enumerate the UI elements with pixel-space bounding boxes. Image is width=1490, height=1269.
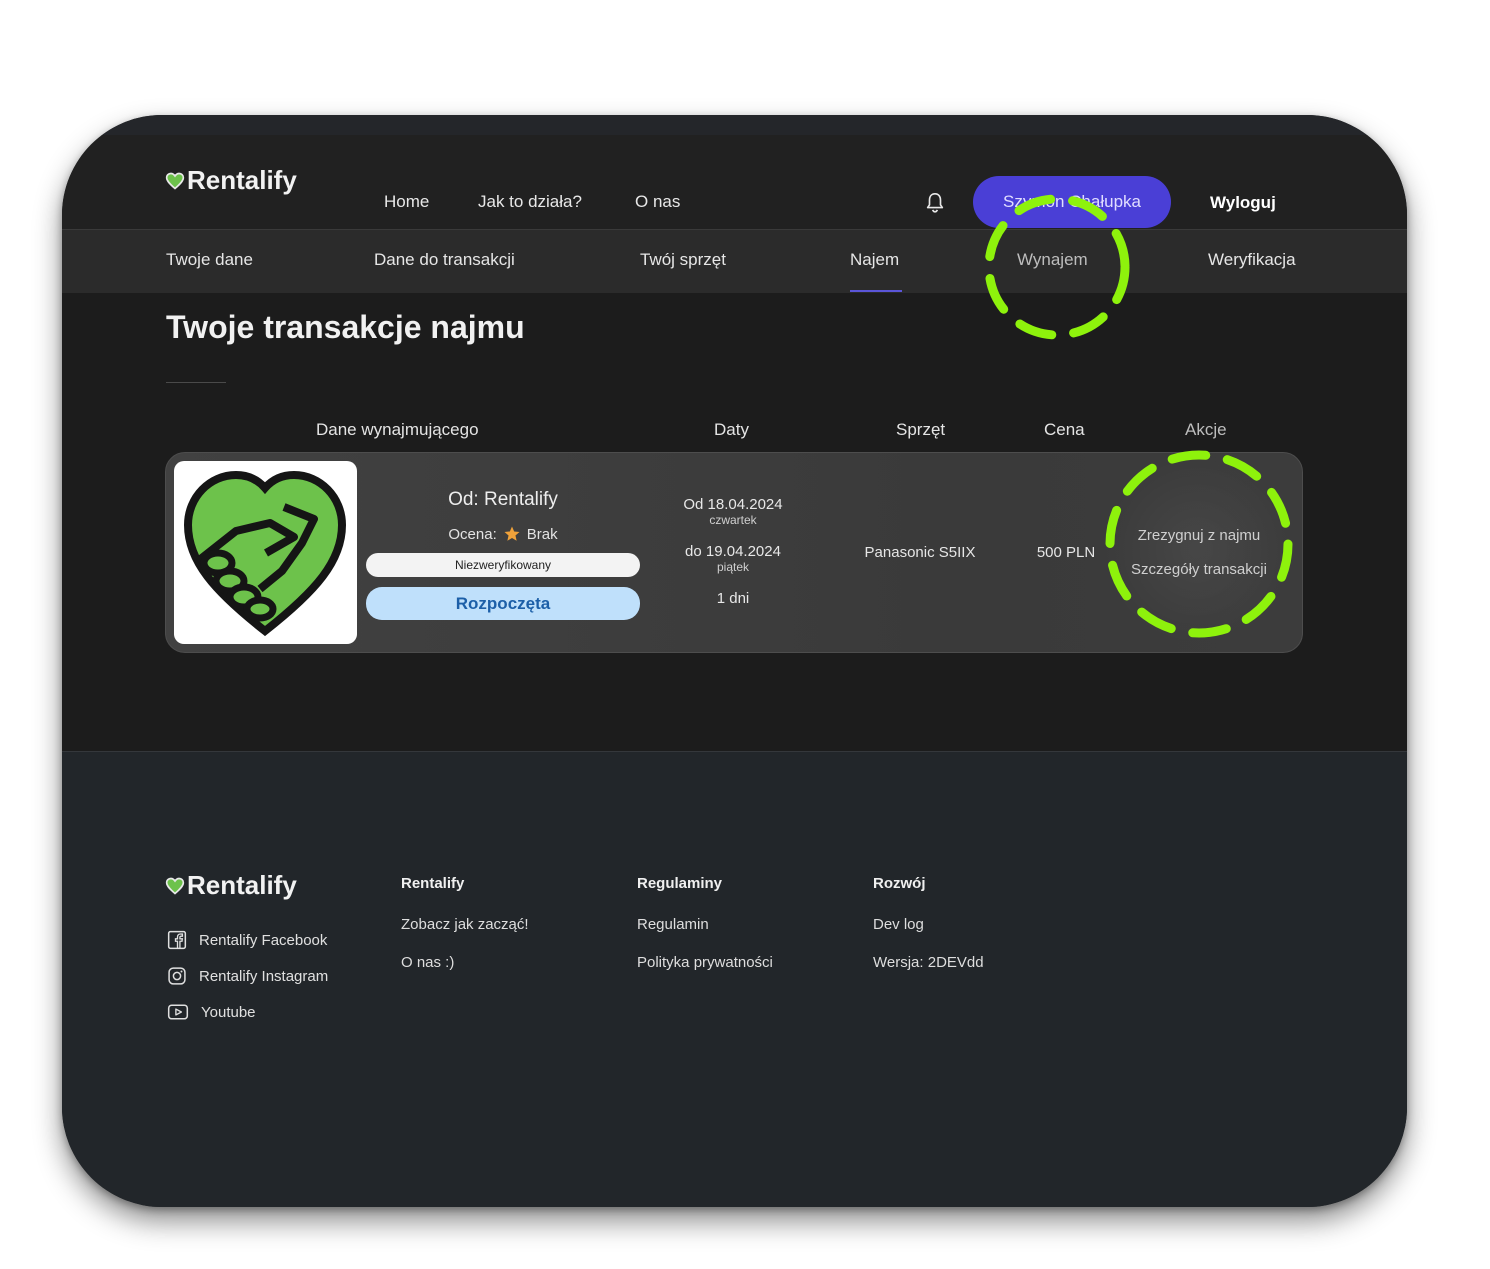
transaction-row: Od: Rentalify Ocena: Brak Niezweryfikowa… [165, 452, 1303, 653]
footer-link-about[interactable]: O nas :) [401, 954, 454, 971]
date-to-value: do 19.04.2024 [685, 543, 781, 560]
owner-rating: Ocena: Brak [366, 525, 640, 543]
rating-value: Brak [526, 525, 558, 543]
instagram-icon [168, 967, 186, 985]
social-instagram-link[interactable]: Rentalify Instagram [167, 966, 328, 986]
status-badge: Rozpoczęta [366, 587, 640, 620]
tab-your-data[interactable]: Twoje dane [166, 251, 253, 269]
column-equipment: Sprzęt [896, 420, 946, 439]
footer-link-dev-log[interactable]: Dev log [873, 916, 924, 933]
app-window: Rentalify Home Jak to działa? O nas Szym… [62, 115, 1407, 1207]
page-title: Twoje transakcje najmu [166, 309, 525, 345]
user-profile-button[interactable]: Szymon Chałupka [973, 176, 1171, 228]
transaction-details-button[interactable]: Szczegóły transakcji [1106, 561, 1292, 578]
rental-duration: 1 dni [716, 590, 750, 607]
heart-handshake-icon [183, 470, 347, 637]
footer-brand-name: Rentalify [187, 870, 297, 900]
tab-your-equipment[interactable]: Twój sprzęt [640, 251, 726, 269]
facebook-icon [167, 930, 187, 950]
footer-heading-regulations: Regulaminy [637, 875, 723, 892]
footer-heading-development: Rozwój [873, 875, 926, 892]
bell-icon[interactable] [924, 191, 946, 220]
date-from: Od 18.04.2024 czwartek [646, 496, 820, 527]
social-facebook-label: Rentalify Facebook [199, 931, 328, 949]
footer: Rentalify Rentalify Facebook Rentalify I… [62, 752, 1407, 1207]
verification-badge: Niezweryfikowany [366, 553, 640, 577]
profile-tabs: Twoje dane Dane do transakcji Twój sprzę… [62, 229, 1407, 294]
heart-handshake-icon [165, 172, 185, 190]
tab-lending[interactable]: Wynajem [1017, 251, 1088, 269]
column-dates: Daty [714, 420, 749, 439]
owner-name: Od: Rentalify [448, 489, 558, 510]
price-value: 500 PLN [1036, 544, 1096, 561]
footer-heading-rentalify: Rentalify [401, 875, 465, 892]
footer-version: Wersja: 2DEVdd [873, 954, 984, 971]
nav-about[interactable]: O nas [635, 193, 680, 211]
social-instagram-label: Rentalify Instagram [199, 967, 329, 985]
owner-avatar [174, 461, 357, 644]
cancel-rental-button[interactable]: Zrezygnuj z najmu [1106, 527, 1292, 544]
user-name: Szymon Chałupka [1003, 192, 1141, 211]
social-youtube-link[interactable]: Youtube [167, 1002, 256, 1022]
rating-label: Ocena: [448, 525, 497, 543]
date-from-value: Od 18.04.2024 [683, 496, 783, 513]
footer-brand-logo[interactable]: Rentalify [165, 870, 297, 901]
window-top-strip [62, 115, 1407, 136]
youtube-icon [167, 1004, 189, 1020]
column-actions: Akcje [1185, 420, 1227, 439]
active-tab-indicator [850, 290, 902, 292]
logout-link[interactable]: Wyloguj [1210, 193, 1276, 213]
social-youtube-label: Youtube [201, 1003, 256, 1021]
tab-verification[interactable]: Weryfikacja [1208, 251, 1296, 269]
header: Rentalify Home Jak to działa? O nas Szym… [62, 135, 1407, 229]
actions-highlight-glow [1102, 455, 1292, 645]
tab-transaction-data[interactable]: Dane do transakcji [374, 251, 515, 269]
brand-logo[interactable]: Rentalify [165, 165, 297, 196]
footer-link-privacy[interactable]: Polityka prywatności [637, 954, 773, 971]
brand-name: Rentalify [187, 165, 297, 195]
footer-link-terms[interactable]: Regulamin [637, 916, 709, 933]
date-to: do 19.04.2024 piątek [646, 543, 820, 574]
nav-home[interactable]: Home [384, 193, 429, 211]
date-to-day: piątek [716, 560, 750, 574]
tab-rental[interactable]: Najem [850, 251, 899, 269]
date-from-day: czwartek [709, 513, 757, 527]
equipment-name: Panasonic S5IIX [864, 544, 976, 561]
column-owner: Dane wynajmującego [316, 420, 479, 439]
heart-handshake-icon [165, 877, 185, 895]
column-price: Cena [1044, 420, 1085, 439]
nav-how-it-works[interactable]: Jak to działa? [478, 193, 582, 211]
social-facebook-link[interactable]: Rentalify Facebook [167, 930, 327, 950]
main-content: Twoje transakcje najmu Dane wynajmująceg… [62, 293, 1407, 752]
title-divider [166, 382, 226, 383]
footer-link-get-started[interactable]: Zobacz jak zacząć! [401, 916, 529, 933]
star-icon [504, 526, 520, 541]
